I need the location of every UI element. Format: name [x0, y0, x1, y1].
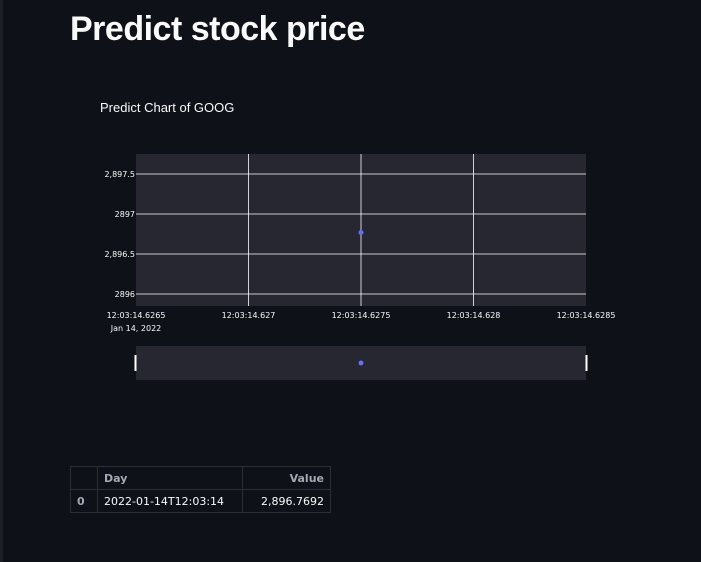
table-header-index[interactable]: [70, 466, 98, 490]
x-date-label: Jan 14, 2022: [110, 324, 162, 333]
range-slider-point: [358, 360, 364, 366]
y-tick-label: 2897: [115, 210, 135, 219]
y-tick-label: 2,897.5: [104, 170, 135, 179]
x-tick-label: 12:03:14.6285: [557, 311, 616, 320]
table-cell-value: 2,896.7692: [242, 489, 331, 513]
range-slider-handle-right[interactable]: [585, 355, 588, 371]
range-slider-handle-left[interactable]: [134, 355, 137, 371]
table-header-day[interactable]: Day: [97, 466, 243, 490]
table-row: 0 2022-01-14T12:03:14 2,896.7692: [70, 489, 331, 513]
y-tick-label: 2,896.5: [104, 250, 135, 259]
table-cell-day: 2022-01-14T12:03:14: [97, 489, 243, 513]
data-table: Day Value 0 2022-01-14T12:03:14 2,896.76…: [70, 466, 331, 513]
x-tick-label: 12:03:14.6275: [332, 311, 391, 320]
table-header-row: Day Value: [70, 466, 331, 490]
table-cell-index: 0: [70, 489, 98, 513]
table-header-value[interactable]: Value: [242, 466, 331, 490]
y-tick-label: 2896: [115, 290, 135, 299]
data-point[interactable]: [358, 229, 364, 235]
x-tick-label: 12:03:14.6265: [107, 311, 166, 320]
x-tick-label: 12:03:14.627: [222, 311, 276, 320]
x-tick-label: 12:03:14.628: [447, 311, 501, 320]
